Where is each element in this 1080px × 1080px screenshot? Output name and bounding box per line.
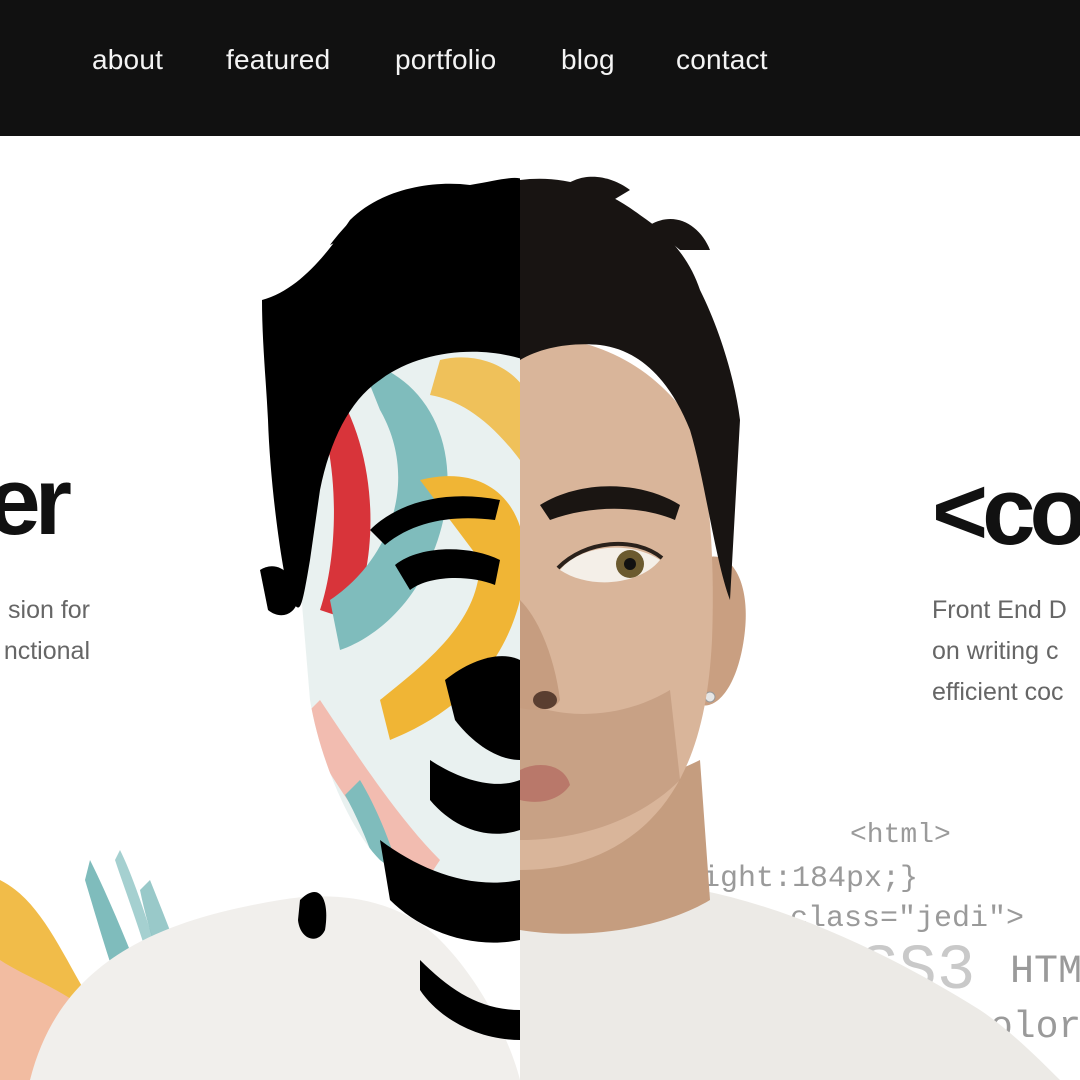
nav-link-about[interactable]: about xyxy=(92,44,163,76)
hero-section: <html> eight:184px;} class="jedi"> SS3 H… xyxy=(0,136,1080,1080)
hero-left-description-line: nctional xyxy=(3,637,90,665)
portrait-illustration xyxy=(0,176,1060,1080)
nav-link-blog[interactable]: blog xyxy=(561,44,615,76)
hero-right-description: Front End D on writing c efficient coc xyxy=(932,590,1067,713)
nav-link-portfolio[interactable]: portfolio xyxy=(395,44,496,76)
hero-left-description-line: sion for xyxy=(8,596,90,624)
nav-link-contact[interactable]: contact xyxy=(676,44,768,76)
hero-right-description-line: on writing c xyxy=(932,637,1059,665)
hero-left-description: sion for nctional xyxy=(4,590,90,672)
hero-right-description-line: Front End D xyxy=(932,596,1067,624)
top-navigation-bar: about featured portfolio blog contact xyxy=(0,0,1080,136)
hero-left-heading: er xyxy=(0,448,72,555)
hero-right-heading: <co xyxy=(932,458,1080,565)
nav-link-featured[interactable]: featured xyxy=(226,44,330,76)
hero-right-description-line: efficient coc xyxy=(932,678,1064,706)
